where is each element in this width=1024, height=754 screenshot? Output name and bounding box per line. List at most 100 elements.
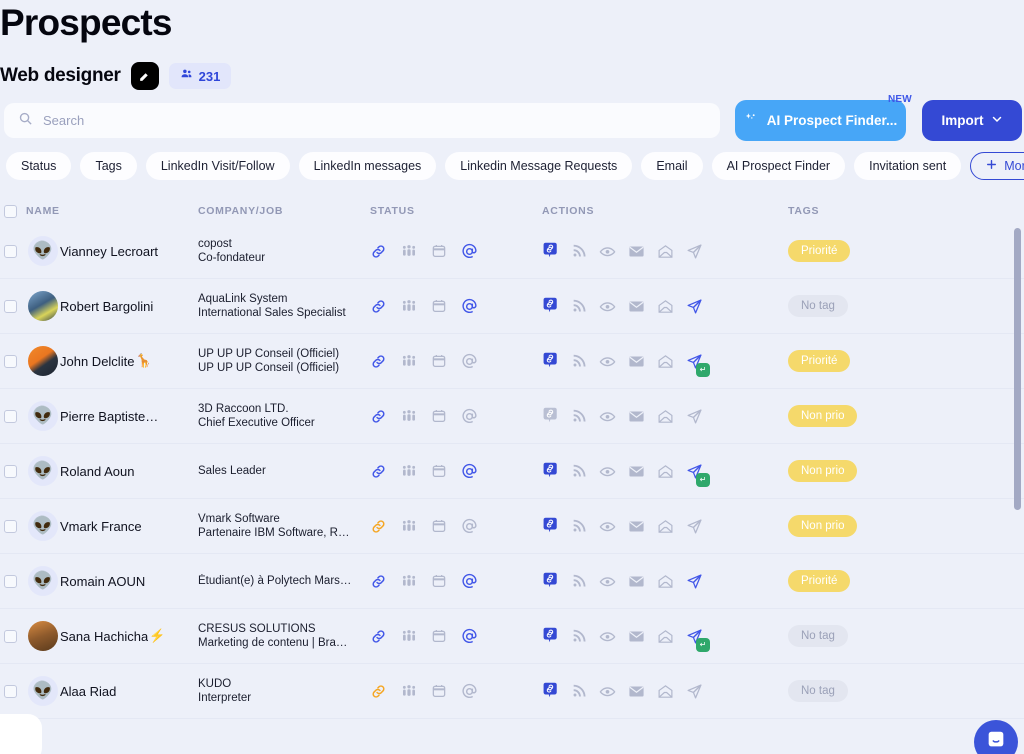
avatar[interactable] xyxy=(28,291,58,321)
action-visit-icon[interactable] xyxy=(599,408,616,425)
scrollbar-thumb[interactable] xyxy=(1014,228,1021,510)
action-visit-icon[interactable] xyxy=(599,628,616,645)
status-group-icon[interactable] xyxy=(401,518,417,534)
name-cell[interactable]: Sana Hachicha ⚡ xyxy=(60,628,198,644)
search-bar[interactable] xyxy=(4,103,720,138)
table-row[interactable]: Sana Hachicha ⚡ CRESUS SOLUTIONS Marketing … xyxy=(0,609,1024,664)
status-calendar-icon[interactable] xyxy=(431,683,447,699)
status-link-icon[interactable] xyxy=(370,408,387,425)
action-invite-icon[interactable]: ↵ xyxy=(686,463,710,487)
row-checkbox[interactable] xyxy=(4,299,17,313)
action-visit-icon[interactable] xyxy=(599,573,616,590)
search-input[interactable] xyxy=(43,113,683,128)
action-message-icon[interactable] xyxy=(628,298,645,315)
action-open-message-icon[interactable] xyxy=(657,353,674,370)
action-linkedin-icon[interactable] xyxy=(542,242,559,260)
action-invite-icon[interactable] xyxy=(686,243,703,260)
avatar[interactable]: 👽 xyxy=(28,401,58,431)
status-link-icon[interactable] xyxy=(370,518,387,535)
action-open-message-icon[interactable] xyxy=(657,298,674,315)
action-visit-icon[interactable] xyxy=(599,463,616,480)
filter-chip[interactable]: Status xyxy=(6,152,72,180)
pen-icon[interactable] xyxy=(130,62,159,90)
action-linkedin-icon[interactable] xyxy=(542,572,559,590)
filter-chip[interactable]: LinkedIn Visit/Follow xyxy=(145,152,290,180)
action-open-message-icon[interactable] xyxy=(657,243,674,260)
action-visit-icon[interactable] xyxy=(599,243,616,260)
more-filters-button[interactable]: More filters xyxy=(970,152,1024,180)
status-link-icon[interactable] xyxy=(370,573,387,590)
row-checkbox[interactable] xyxy=(4,464,17,478)
status-link-icon[interactable] xyxy=(370,243,387,260)
action-open-message-icon[interactable] xyxy=(657,463,674,480)
tag-badge[interactable]: Non prio xyxy=(788,405,858,427)
action-invite-icon[interactable] xyxy=(686,408,703,425)
status-at-icon[interactable] xyxy=(461,353,478,370)
name-cell[interactable]: Romain AOUN xyxy=(60,574,198,589)
action-message-icon[interactable] xyxy=(628,353,645,370)
row-checkbox[interactable] xyxy=(4,684,17,698)
status-calendar-icon[interactable] xyxy=(431,243,447,259)
row-checkbox[interactable] xyxy=(4,354,17,368)
action-linkedin-icon[interactable] xyxy=(542,682,559,700)
status-group-icon[interactable] xyxy=(401,298,417,314)
action-open-message-icon[interactable] xyxy=(657,518,674,535)
action-rss-icon[interactable] xyxy=(571,353,587,369)
status-calendar-icon[interactable] xyxy=(431,463,447,479)
action-invite-icon[interactable] xyxy=(686,573,703,590)
filter-chip[interactable]: AI Prospect Finder xyxy=(711,152,846,180)
ai-prospect-finder-button[interactable]: AI Prospect Finder... xyxy=(735,100,906,141)
status-group-icon[interactable] xyxy=(401,573,417,589)
name-cell[interactable]: Robert Bargolini xyxy=(60,299,198,314)
status-calendar-icon[interactable] xyxy=(431,408,447,424)
tag-badge[interactable]: No tag xyxy=(788,680,848,702)
table-row[interactable]: 👽 Roland Aoun Sales Leader ↵ Non prio xyxy=(0,444,1024,499)
tag-badge[interactable]: Priorité xyxy=(788,240,851,262)
avatar[interactable]: 👽 xyxy=(28,566,58,596)
action-message-icon[interactable] xyxy=(628,573,645,590)
status-group-icon[interactable] xyxy=(401,408,417,424)
status-calendar-icon[interactable] xyxy=(431,518,447,534)
action-linkedin-icon[interactable] xyxy=(542,462,559,480)
table-row[interactable]: 👽 Vianney Lecroart copost Co-fondateur Prior… xyxy=(0,224,1024,279)
avatar[interactable]: 👽 xyxy=(28,511,58,541)
action-invite-icon[interactable] xyxy=(686,683,703,700)
row-checkbox[interactable] xyxy=(4,244,17,258)
status-link-icon[interactable] xyxy=(370,353,387,370)
action-open-message-icon[interactable] xyxy=(657,683,674,700)
action-message-icon[interactable] xyxy=(628,628,645,645)
tag-badge[interactable]: Priorité xyxy=(788,570,851,592)
name-cell[interactable]: Vianney Lecroart xyxy=(60,244,198,259)
tag-badge[interactable]: No tag xyxy=(788,295,848,317)
filter-chip[interactable]: Linkedin Message Requests xyxy=(445,152,633,180)
filter-chip[interactable]: Tags xyxy=(80,152,137,180)
status-at-icon[interactable] xyxy=(461,628,478,645)
action-message-icon[interactable] xyxy=(628,463,645,480)
action-rss-icon[interactable] xyxy=(571,408,587,424)
name-cell[interactable]: Roland Aoun xyxy=(60,464,198,479)
action-invite-icon[interactable]: ↵ xyxy=(686,628,710,652)
status-calendar-icon[interactable] xyxy=(431,298,447,314)
filter-chip[interactable]: Invitation sent xyxy=(854,152,962,180)
status-at-icon[interactable] xyxy=(461,463,478,480)
action-rss-icon[interactable] xyxy=(571,298,587,314)
avatar[interactable]: 👽 xyxy=(28,456,58,486)
avatar[interactable] xyxy=(28,621,58,651)
action-linkedin-icon[interactable] xyxy=(542,517,559,535)
action-message-icon[interactable] xyxy=(628,243,645,260)
action-message-icon[interactable] xyxy=(628,683,645,700)
table-row[interactable]: 👽 Pierre Baptiste… 3D Raccoon LTD. Chief Ex… xyxy=(0,389,1024,444)
action-linkedin-icon[interactable] xyxy=(542,352,559,370)
tag-badge[interactable]: Non prio xyxy=(788,460,858,482)
action-invite-icon[interactable] xyxy=(686,298,703,315)
tag-badge[interactable]: No tag xyxy=(788,625,848,647)
avatar[interactable] xyxy=(28,346,58,376)
action-message-icon[interactable] xyxy=(628,518,645,535)
action-open-message-icon[interactable] xyxy=(657,408,674,425)
table-row[interactable]: 👽 Alaa Riad KUDO Interpreter No tag xyxy=(0,664,1024,719)
action-visit-icon[interactable] xyxy=(599,683,616,700)
row-checkbox[interactable] xyxy=(4,629,17,643)
name-cell[interactable]: Vmark France xyxy=(60,519,198,534)
action-rss-icon[interactable] xyxy=(571,463,587,479)
status-group-icon[interactable] xyxy=(401,628,417,644)
